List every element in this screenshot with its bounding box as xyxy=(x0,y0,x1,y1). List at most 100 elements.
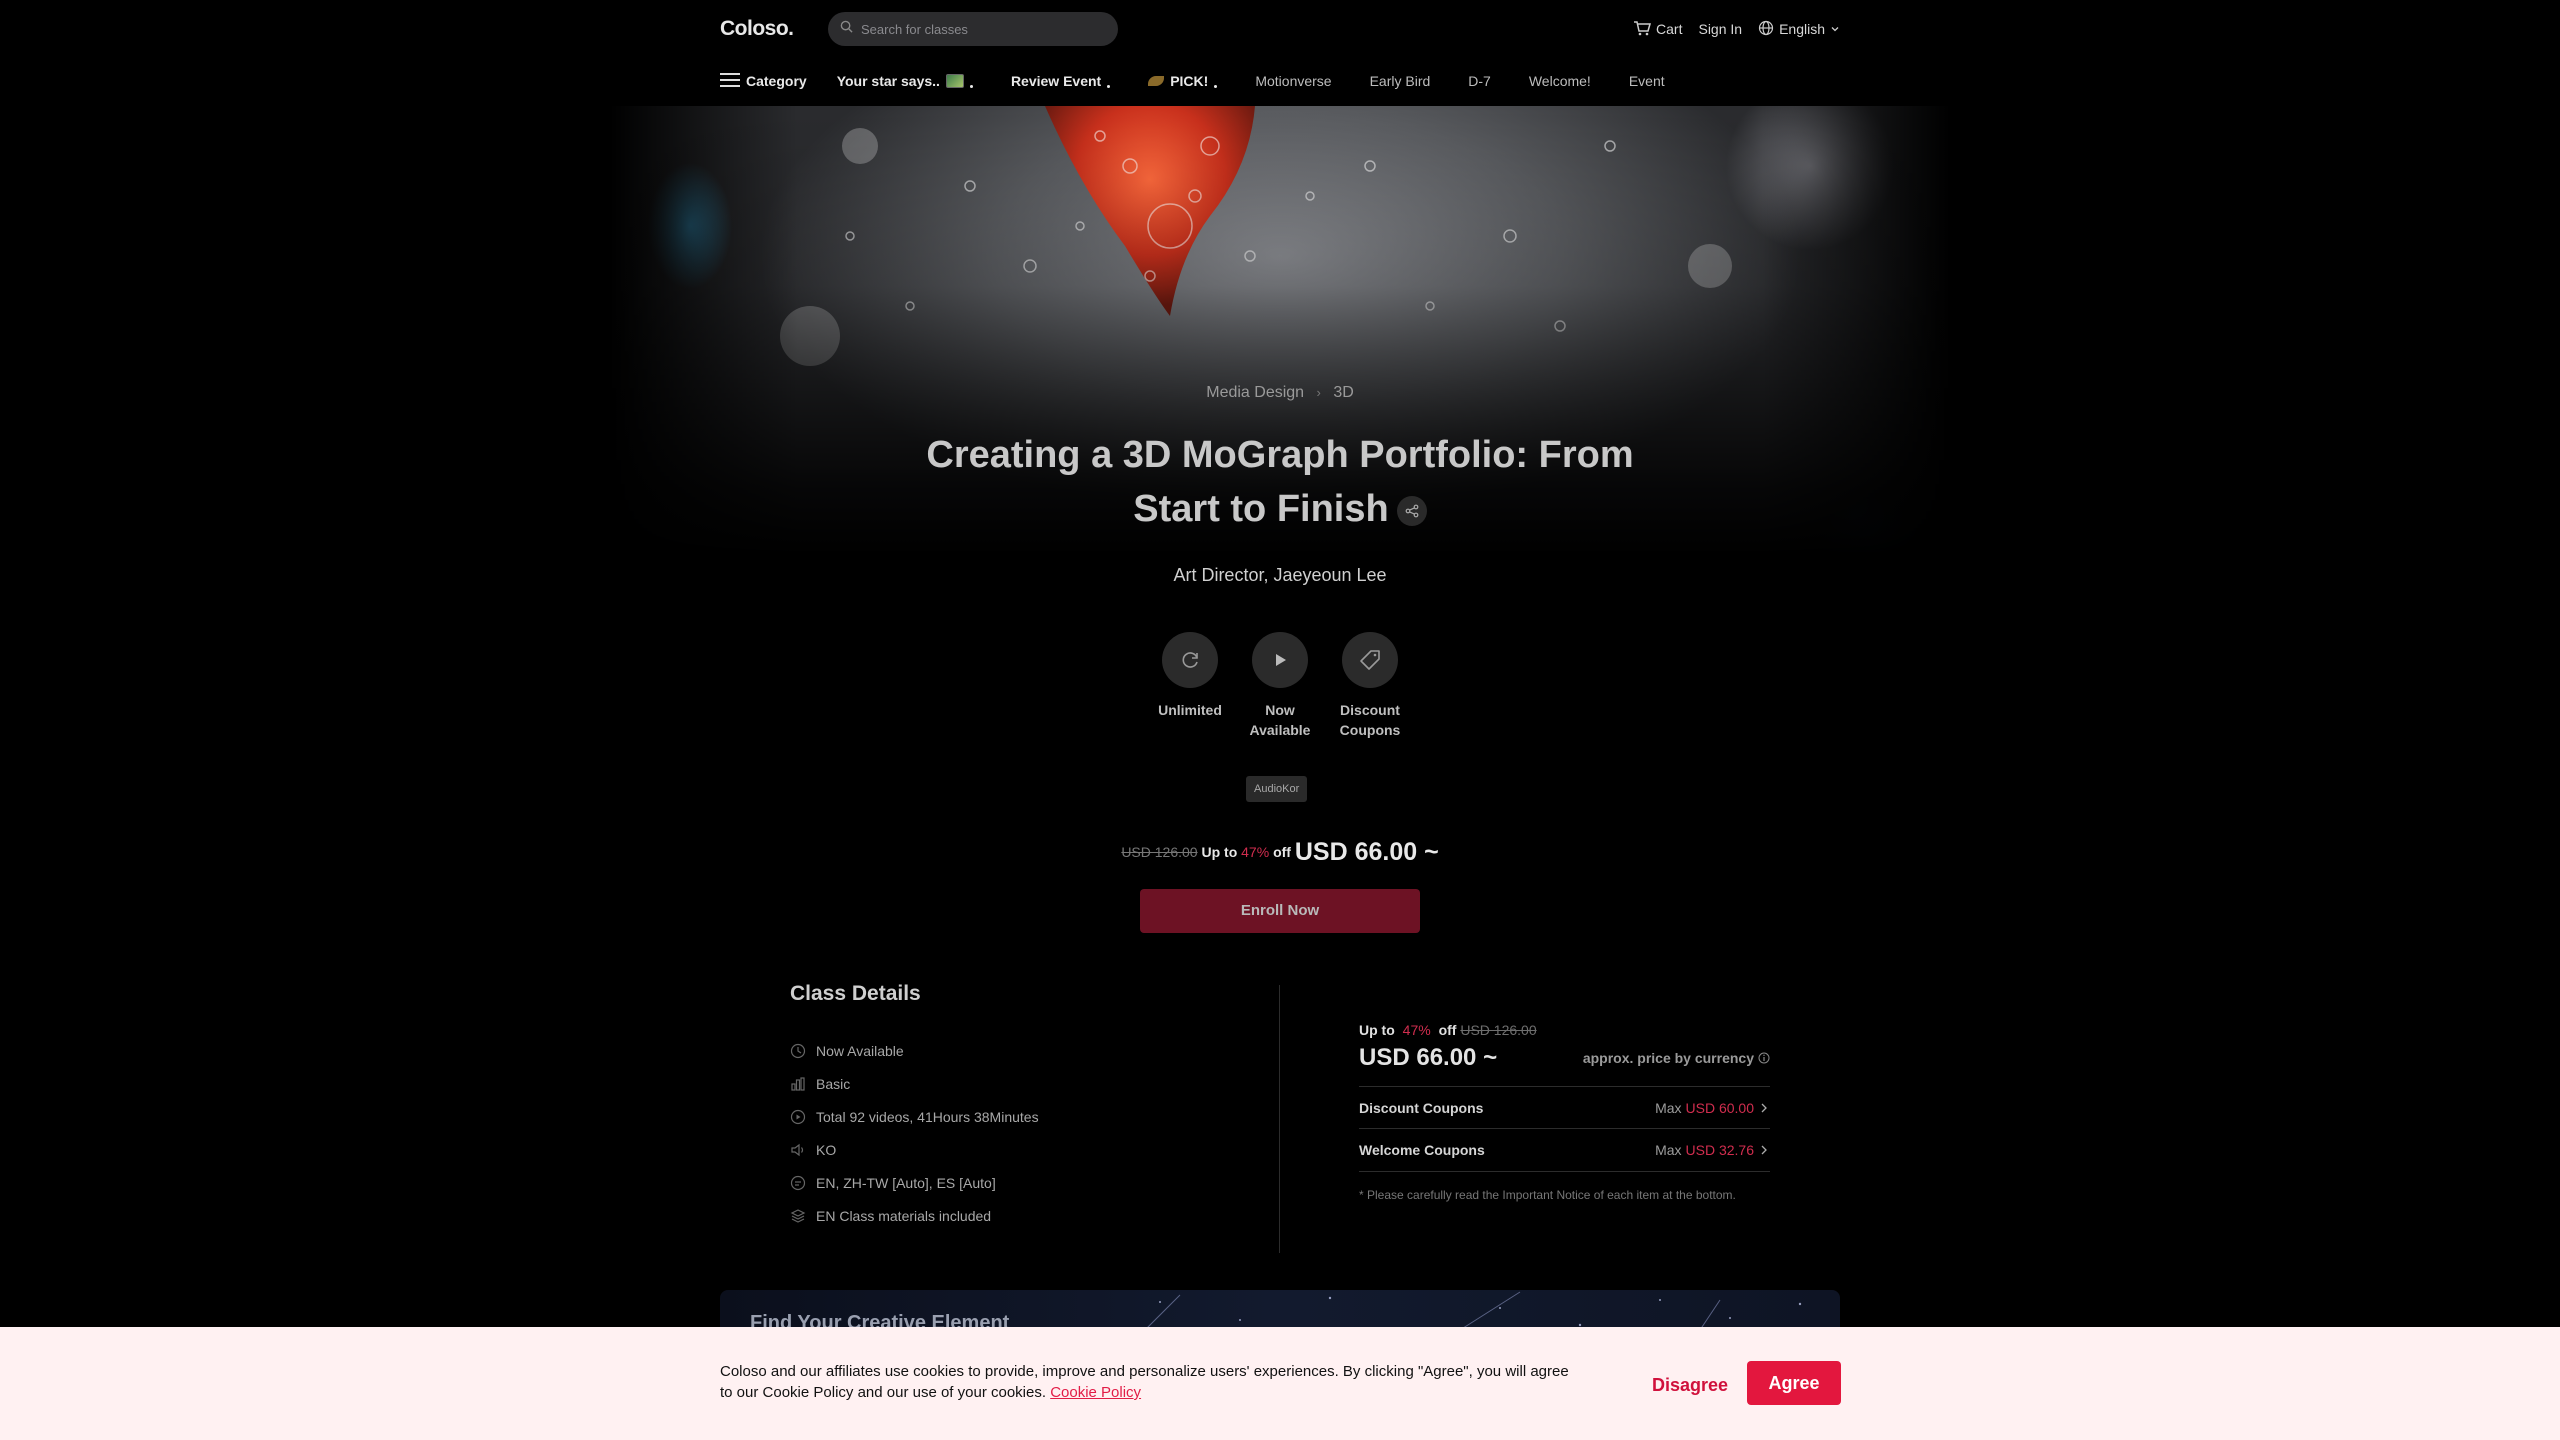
coupon-amount: USD 32.76 xyxy=(1685,1142,1754,1158)
header-top-row: Coloso. Cart Sign In English xyxy=(720,12,1840,46)
nav-item-motionverse[interactable]: Motionverse xyxy=(1255,73,1331,89)
materials-icon xyxy=(790,1208,806,1223)
price-notice: * Please carefully read the Important No… xyxy=(1359,1188,1736,1202)
coupon-name: Welcome Coupons xyxy=(1359,1142,1485,1158)
discount-percent: 47% xyxy=(1402,1022,1431,1038)
cart-link[interactable]: Cart xyxy=(1633,20,1682,39)
price-box-main: USD 66.00 ~ approx. price by currency xyxy=(1359,1044,1770,1072)
nav-item-label: PICK! xyxy=(1170,73,1209,89)
hamburger-icon xyxy=(720,72,740,91)
share-button[interactable] xyxy=(1396,495,1427,526)
coupon-amount: USD 60.00 xyxy=(1685,1099,1754,1116)
detail-text: Basic xyxy=(816,1075,851,1092)
price-box-discount-line: Up to 47% off USD 126.00 xyxy=(1359,1022,1770,1038)
discount-percent: 47% xyxy=(1241,844,1270,860)
play-icon xyxy=(1252,632,1308,688)
search-icon xyxy=(840,20,853,38)
chevron-right-icon xyxy=(1761,1145,1767,1155)
nav-item-review-event[interactable]: Review Event xyxy=(1010,73,1111,89)
audio-language-badge: AudioKor xyxy=(1246,776,1308,802)
feature-label: Unlimited xyxy=(1158,702,1222,718)
detail-item: EN, ZH-TW [Auto], ES [Auto] xyxy=(790,1166,1270,1199)
detail-item: Total 92 videos, 41Hours 38Minutes xyxy=(790,1100,1270,1133)
language-selector[interactable]: English xyxy=(1758,20,1840,39)
header-actions: Cart Sign In English xyxy=(1633,20,1840,39)
detail-text: KO xyxy=(816,1141,837,1158)
column-divider xyxy=(1279,985,1280,1253)
search-bar[interactable] xyxy=(828,12,1118,46)
cart-icon xyxy=(1633,20,1652,39)
nav-item-welcome[interactable]: Welcome! xyxy=(1529,73,1591,89)
price-box: Up to 47% off USD 126.00 USD 66.00 ~ app… xyxy=(1359,1022,1770,1202)
original-price: USD 126.00 xyxy=(1460,1022,1537,1038)
off-label: off xyxy=(1438,1022,1457,1038)
cookie-policy-link[interactable]: Cookie Policy xyxy=(1050,1384,1141,1401)
coupon-value: Max USD 60.00 xyxy=(1655,1100,1770,1116)
feature-unlimited: Unlimited xyxy=(1150,632,1230,740)
coupon-value: Max USD 32.76 xyxy=(1655,1142,1770,1158)
coupon-name: Discount Coupons xyxy=(1359,1099,1484,1116)
search-input[interactable] xyxy=(861,21,1101,37)
chevron-right-icon: › xyxy=(1316,385,1321,400)
current-price: USD 66.00 ~ xyxy=(1359,1044,1498,1071)
globe-icon xyxy=(1758,20,1774,39)
coupon-row-welcome[interactable]: Welcome Coupons Max USD 32.76 xyxy=(1359,1129,1770,1172)
nav-item-d7[interactable]: D-7 xyxy=(1468,73,1491,89)
detail-text: Now Available xyxy=(816,1042,904,1059)
category-menu-button[interactable]: Category xyxy=(720,72,807,91)
nav-item-star[interactable]: Your star says.. xyxy=(837,73,973,89)
title-text: Creating a 3D MoGraph Portfolio: From St… xyxy=(926,434,1634,530)
up-to-label: Up to xyxy=(1201,844,1238,860)
leaf-icon xyxy=(1148,76,1165,86)
coupon-tag-icon xyxy=(1342,632,1398,688)
refresh-icon xyxy=(1162,632,1218,688)
video-icon xyxy=(790,1109,806,1124)
enroll-button[interactable]: Enroll Now xyxy=(1140,889,1420,933)
logo[interactable]: Coloso. xyxy=(720,17,828,41)
cookie-consent-bar: Coloso and our affiliates use cookies to… xyxy=(0,1327,2560,1440)
coupon-list: Discount Coupons Max USD 60.00 Welcome C… xyxy=(1359,1086,1770,1172)
cart-label: Cart xyxy=(1656,21,1683,37)
class-details-heading: Class Details xyxy=(790,982,921,1005)
feature-label: Now Available xyxy=(1249,702,1311,738)
share-icon xyxy=(1405,504,1419,518)
cookie-text: Coloso and our affiliates use cookies to… xyxy=(720,1363,1569,1401)
original-price: USD 126.00 xyxy=(1121,844,1198,860)
current-price: USD 66.00 ~ xyxy=(1294,838,1439,866)
nav-item-event[interactable]: Event xyxy=(1629,73,1665,89)
signin-link[interactable]: Sign In xyxy=(1698,21,1742,37)
nav-item-pick[interactable]: PICK! xyxy=(1148,73,1218,89)
chevron-right-icon xyxy=(1761,1103,1767,1112)
detail-item: Basic xyxy=(790,1067,1270,1100)
agree-button[interactable]: Agree xyxy=(1747,1361,1841,1405)
detail-text: EN Class materials included xyxy=(816,1207,992,1224)
disagree-button[interactable]: Disagree xyxy=(1640,1363,1740,1407)
coupon-max-label: Max xyxy=(1655,1099,1682,1116)
level-icon xyxy=(791,1076,805,1091)
category-label: Category xyxy=(746,73,807,89)
dot-icon xyxy=(1214,84,1218,88)
class-details: Class Details Now Available Basic Total … xyxy=(790,982,1270,1232)
approx-price-link[interactable]: approx. price by currency xyxy=(1583,1050,1770,1066)
coupon-row-discount[interactable]: Discount Coupons Max USD 60.00 xyxy=(1359,1086,1770,1129)
breadcrumb-item-3d[interactable]: 3D xyxy=(1333,384,1353,401)
dot-icon xyxy=(1107,84,1111,88)
image-icon xyxy=(945,74,964,88)
instructor-name: Art Director, Jaeyeoun Lee xyxy=(1173,565,1387,585)
breadcrumb-item-media-design[interactable]: Media Design xyxy=(1206,384,1304,401)
detail-item: Now Available xyxy=(790,1034,1270,1067)
nav-item-early-bird[interactable]: Early Bird xyxy=(1370,73,1431,89)
nav-item-label: Your star says.. xyxy=(836,73,940,89)
detail-text: Total 92 videos, 41Hours 38Minutes xyxy=(816,1108,1039,1125)
language-label: English xyxy=(1779,21,1825,37)
clock-icon xyxy=(790,1043,806,1058)
page-title: Creating a 3D MoGraph Portfolio: From St… xyxy=(900,428,1660,536)
chevron-down-icon xyxy=(1830,21,1840,37)
dot-icon xyxy=(969,84,973,88)
feature-now-available: Now Available xyxy=(1240,632,1320,740)
site-header: Coloso. Cart Sign In English xyxy=(0,0,2560,106)
category-nav: Category Your star says.. Review Event P… xyxy=(720,64,1665,98)
detail-item: EN Class materials included xyxy=(790,1199,1270,1232)
nav-item-label: Review Event xyxy=(1010,73,1102,89)
coupon-max-label: Max xyxy=(1655,1142,1682,1158)
